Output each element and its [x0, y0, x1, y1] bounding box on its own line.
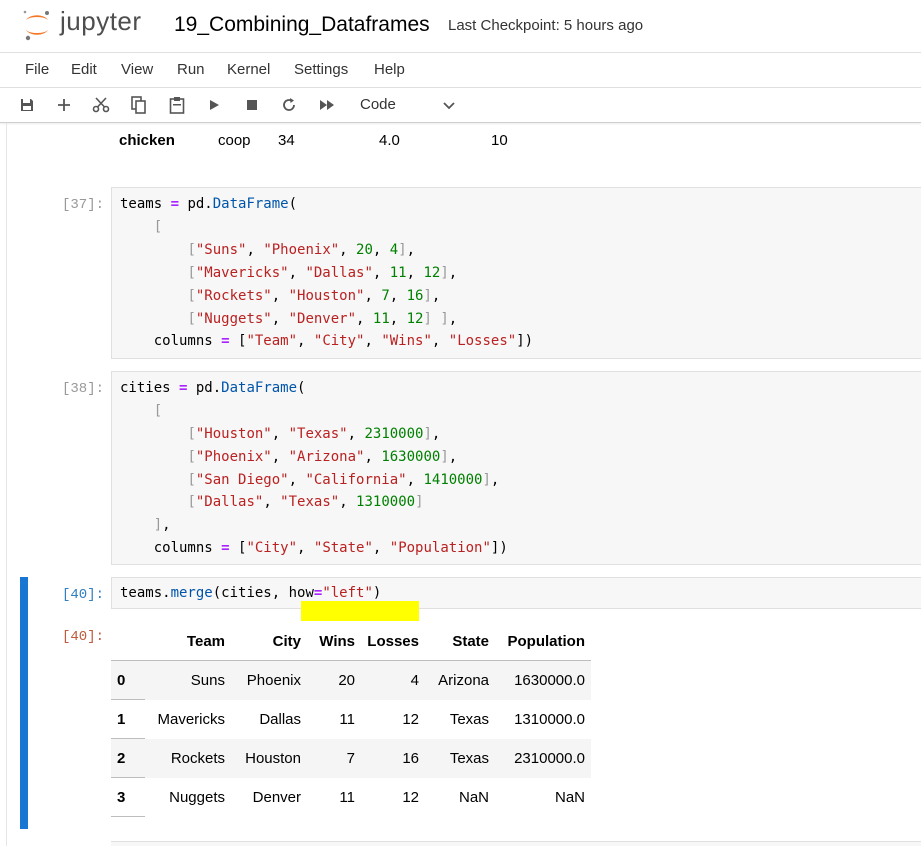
- code-line: columns = ["Team", "City", "Wins", "Loss…: [120, 333, 534, 349]
- table-cell: Mavericks: [157, 710, 225, 728]
- code-line: [: [153, 219, 163, 235]
- code-line: ["Mavericks", "Dallas", 11, 12],: [187, 265, 458, 281]
- menu-bar: File Edit View Run Kernel Settings Help: [0, 53, 921, 88]
- table-cell: NaN: [554, 788, 585, 806]
- row-index: 1: [111, 699, 145, 739]
- table-cell: Nuggets: [169, 788, 225, 806]
- prev-output-cell: 4.0: [379, 132, 400, 149]
- table-cell: 12: [402, 710, 419, 728]
- merge-result-table: Team City Wins Losses State Population 0…: [111, 622, 591, 817]
- paste-icon[interactable]: [166, 94, 188, 116]
- table-header: State: [425, 622, 495, 661]
- table-cell: NaN: [458, 788, 489, 806]
- table-cell: Arizona: [425, 660, 495, 700]
- prev-output-cell: 34: [278, 132, 295, 149]
- code-line: teams = pd.DataFrame(: [120, 196, 298, 212]
- prev-output-cell: coop: [218, 132, 251, 149]
- notebook-toolbar: Code: [0, 88, 921, 123]
- menu-kernel[interactable]: Kernel: [227, 61, 270, 78]
- prev-output-index: chicken: [119, 132, 175, 149]
- run-all-icon[interactable]: [316, 94, 338, 116]
- code-line: teams.merge(cities, how="left"): [120, 585, 382, 601]
- code-line: columns = ["City", "State", "Population"…: [120, 540, 508, 556]
- table-cell: 7: [307, 738, 361, 778]
- jupyter-logo-icon[interactable]: [22, 8, 52, 42]
- code-line: ["Dallas", "Texas", 1310000]: [187, 494, 424, 510]
- copy-icon[interactable]: [128, 94, 150, 116]
- top-header: jupyter 19_Combining_Dataframes Last Che…: [0, 0, 921, 53]
- cell-type-value: Code: [360, 96, 396, 113]
- cell-type-dropdown[interactable]: Code: [352, 92, 462, 118]
- cell-40-input-prompt: [40]:: [61, 587, 104, 603]
- table-cell: Texas: [449, 710, 489, 728]
- run-icon[interactable]: [203, 94, 225, 116]
- menu-file[interactable]: File: [25, 61, 49, 78]
- table-row: 3 Nuggets Denver 11 12 NaN NaN: [111, 777, 591, 817]
- table-header: Population: [495, 622, 591, 661]
- code-line: ["Suns", "Phoenix", 20, 4],: [187, 242, 416, 258]
- row-index: 2: [111, 738, 145, 778]
- table-header-index: [111, 622, 145, 661]
- table-cell: 12: [402, 788, 419, 806]
- stop-icon[interactable]: [241, 94, 263, 116]
- panel-divider: [6, 123, 7, 846]
- jupyter-logo-text: jupyter: [60, 6, 142, 36]
- table-cell: 11: [339, 788, 355, 806]
- cut-icon[interactable]: [90, 94, 112, 116]
- table-cell: 4: [361, 660, 425, 700]
- table-header: Wins: [307, 622, 361, 661]
- cell-38-editor[interactable]: cities = pd.DataFrame( [ ["Houston", "Te…: [111, 371, 921, 565]
- restart-icon[interactable]: [278, 94, 300, 116]
- row-index: 0: [111, 660, 145, 700]
- checkpoint-status: Last Checkpoint: 5 hours ago: [448, 17, 644, 34]
- table-cell: Houston: [231, 738, 307, 778]
- code-line: ["San Diego", "California", 1410000],: [187, 472, 500, 488]
- prev-output-cell: 10: [491, 132, 508, 149]
- menu-settings[interactable]: Settings: [294, 61, 348, 78]
- code-line: ["Houston", "Texas", 2310000],: [187, 426, 441, 442]
- table-cell: 2310000.0: [495, 738, 591, 778]
- table-row: 2 Rockets Houston 7 16 Texas 2310000.0: [111, 738, 591, 778]
- table-cell: Denver: [252, 788, 301, 806]
- chevron-down-icon: [443, 102, 455, 110]
- code-line: ["Nuggets", "Denver", 11, 12] ],: [187, 311, 458, 327]
- table-cell: Dallas: [259, 710, 301, 728]
- next-cell-editor[interactable]: [111, 841, 921, 846]
- active-cell-indicator: [20, 577, 28, 829]
- cell-38-prompt: [38]:: [61, 381, 104, 397]
- menu-view[interactable]: View: [121, 61, 153, 78]
- notebook-panel[interactable]: chicken coop 34 4.0 10 [37]: teams = pd.…: [0, 123, 921, 846]
- notebook-title[interactable]: 19_Combining_Dataframes: [174, 13, 430, 37]
- table-header: Team: [145, 622, 231, 661]
- code-line: ["Rockets", "Houston", 7, 16],: [187, 288, 441, 304]
- table-row: 0 Suns Phoenix 20 4 Arizona 1630000.0: [111, 660, 591, 700]
- menu-help[interactable]: Help: [374, 61, 405, 78]
- table-row: 1 Mavericks Dallas 11 12 Texas 1310000.0: [111, 699, 591, 739]
- table-cell: 11: [339, 710, 355, 728]
- cell-37-editor[interactable]: teams = pd.DataFrame( [ ["Suns", "Phoeni…: [111, 187, 921, 359]
- yellow-highlight: [301, 601, 419, 621]
- table-cell: Phoenix: [231, 660, 307, 700]
- menu-run[interactable]: Run: [177, 61, 205, 78]
- table-header: Losses: [361, 622, 425, 661]
- table-cell: 1310000.0: [514, 710, 585, 728]
- cell-37-prompt: [37]:: [61, 197, 104, 213]
- table-cell: 16: [361, 738, 425, 778]
- table-cell: Suns: [145, 660, 231, 700]
- menu-edit[interactable]: Edit: [71, 61, 97, 78]
- table-header: City: [231, 622, 307, 661]
- cell-40-editor[interactable]: teams.merge(cities, how="left"): [111, 577, 921, 609]
- code-line: cities = pd.DataFrame(: [120, 380, 306, 396]
- save-icon[interactable]: [16, 94, 38, 116]
- cell-40-output-prompt: [40]:: [61, 629, 104, 645]
- table-cell: 1630000.0: [495, 660, 591, 700]
- row-index: 3: [111, 777, 145, 817]
- code-line: ["Phoenix", "Arizona", 1630000],: [187, 449, 458, 465]
- table-cell: 20: [307, 660, 361, 700]
- table-cell: Rockets: [145, 738, 231, 778]
- code-line: ],: [153, 517, 171, 533]
- code-line: [: [153, 403, 163, 419]
- table-cell: Texas: [425, 738, 495, 778]
- add-cell-icon[interactable]: [53, 94, 75, 116]
